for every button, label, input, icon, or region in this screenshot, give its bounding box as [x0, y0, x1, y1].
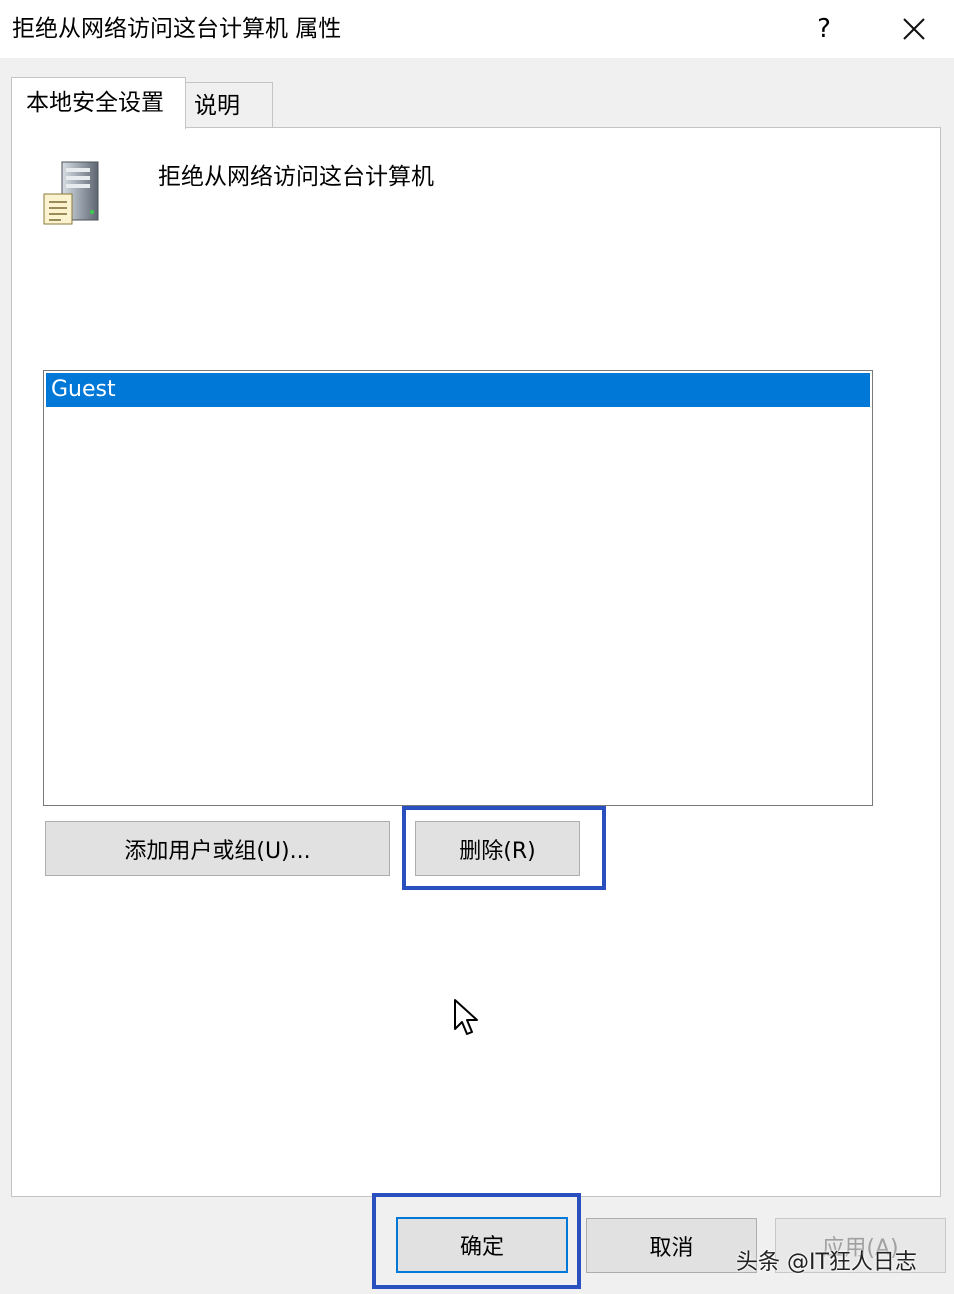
add-user-or-group-button[interactable]: 添加用户或组(U)... — [45, 821, 390, 876]
watermark: 头条 @IT狂人日志 — [736, 1250, 917, 1275]
close-icon — [903, 18, 925, 40]
server-policy-icon — [43, 161, 99, 225]
window-title: 拒绝从网络访问这台计算机 属性 — [12, 16, 342, 42]
list-item-guest[interactable]: Guest — [46, 373, 870, 407]
tab-explain[interactable]: 说明 — [185, 82, 273, 127]
tab-local-security-setting[interactable]: 本地安全设置 — [11, 77, 186, 129]
help-button[interactable]: ? — [801, 6, 847, 52]
properties-dialog: 拒绝从网络访问这台计算机 属性 ? 本地安全设置 说明 拒绝从网络访问这台计算机… — [0, 0, 954, 1294]
ok-button[interactable]: 确定 — [396, 1217, 568, 1273]
policy-name: 拒绝从网络访问这台计算机 — [158, 164, 434, 190]
accounts-listbox[interactable]: Guest — [43, 370, 873, 806]
title-bar: 拒绝从网络访问这台计算机 属性 ? — [0, 0, 954, 58]
remove-button[interactable]: 删除(R) — [415, 821, 580, 876]
cancel-button[interactable]: 取消 — [586, 1218, 757, 1273]
close-button[interactable] — [891, 6, 937, 52]
mouse-cursor-icon — [454, 999, 478, 1035]
